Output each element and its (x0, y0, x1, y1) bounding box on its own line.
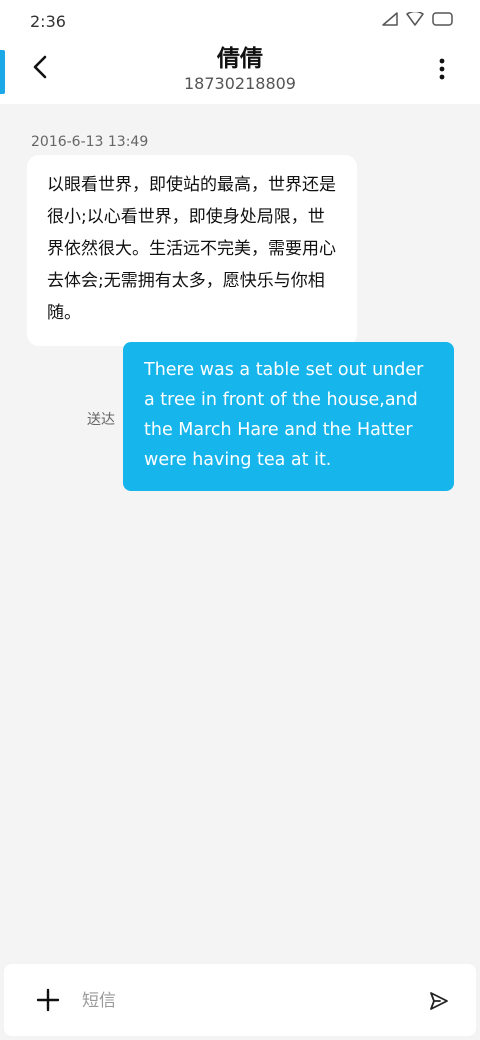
plus-icon (34, 988, 62, 1018)
conversation-header: 倩倩 18730218809 (0, 42, 480, 104)
header-title: 倩倩 18730218809 (0, 44, 480, 94)
wifi-icon (406, 12, 424, 26)
send-icon (428, 992, 450, 1016)
status-icons (382, 12, 454, 26)
message-composer (4, 964, 476, 1036)
contact-name: 倩倩 (217, 46, 263, 72)
status-bar: 2:36 (0, 0, 480, 42)
status-time: 2:36 (30, 12, 66, 31)
send-button[interactable] (428, 990, 450, 1012)
signal-icon (382, 12, 398, 26)
add-attachment-button[interactable] (34, 986, 62, 1014)
more-vertical-icon (439, 58, 445, 84)
received-message-bubble[interactable]: 以眼看世界，即使站的最高，世界还是很小;以心看世界，即使身处局限，世界依然很大。… (27, 155, 357, 346)
message-list[interactable]: 2016-6-13 13:49 以眼看世界，即使站的最高，世界还是很小;以心看世… (0, 104, 480, 960)
more-options-button[interactable] (430, 54, 454, 88)
battery-icon (432, 12, 454, 26)
message-timestamp: 2016-6-13 13:49 (31, 134, 149, 150)
contact-number: 18730218809 (184, 74, 296, 93)
message-input[interactable] (80, 982, 404, 1020)
delivery-status: 送达 (87, 412, 115, 428)
sent-message-bubble[interactable]: There was a table set out under a tree i… (123, 342, 454, 491)
